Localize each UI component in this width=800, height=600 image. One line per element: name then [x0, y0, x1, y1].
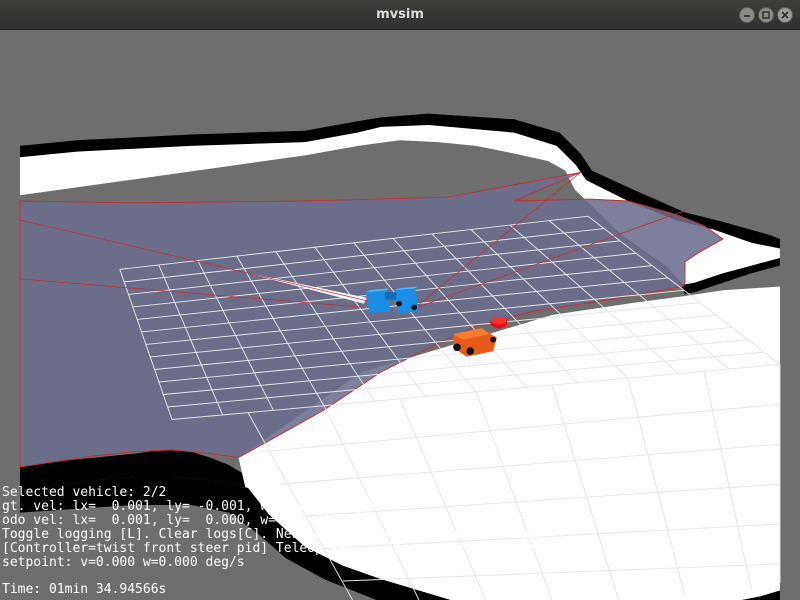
maximize-button[interactable]: [758, 7, 774, 23]
target-marker-top: [491, 316, 507, 325]
hud-setpoint: setpoint: v=0.000 w=0.000 deg/s: [2, 555, 245, 570]
hud-gt-velocity: gt. vel: lx= 0.001, ly= -0.001, w= 0.094…: [2, 499, 378, 514]
hud-odo-velocity: odo vel: lx= 0.001, ly= 0.000, w= 0.094d…: [2, 513, 378, 528]
hud-selected-vehicle: Selected vehicle: 2/2: [2, 485, 167, 500]
hud-sim-time: Time: 01min 34.94566s: [2, 582, 167, 597]
title-bar[interactable]: mvsim: [0, 0, 800, 30]
hud-logging-help: Toggle logging [L]. Clear logs[C]. New l…: [2, 527, 558, 542]
minimize-button[interactable]: [739, 7, 755, 23]
3d-viewport[interactable]: Selected vehicle: 2/2 gt. vel: lx= 0.001…: [0, 30, 800, 600]
maximize-icon: [762, 11, 770, 19]
hud-controller-help: [Controller=twist front steer pid] Teleo…: [2, 541, 676, 556]
app-window: mvsim Selected vehicle: 2/2 gt. vel: lx=…: [0, 0, 800, 600]
minimize-icon: [744, 15, 750, 17]
window-title: mvsim: [376, 7, 424, 22]
close-icon: [781, 11, 789, 19]
close-button[interactable]: [777, 7, 793, 23]
